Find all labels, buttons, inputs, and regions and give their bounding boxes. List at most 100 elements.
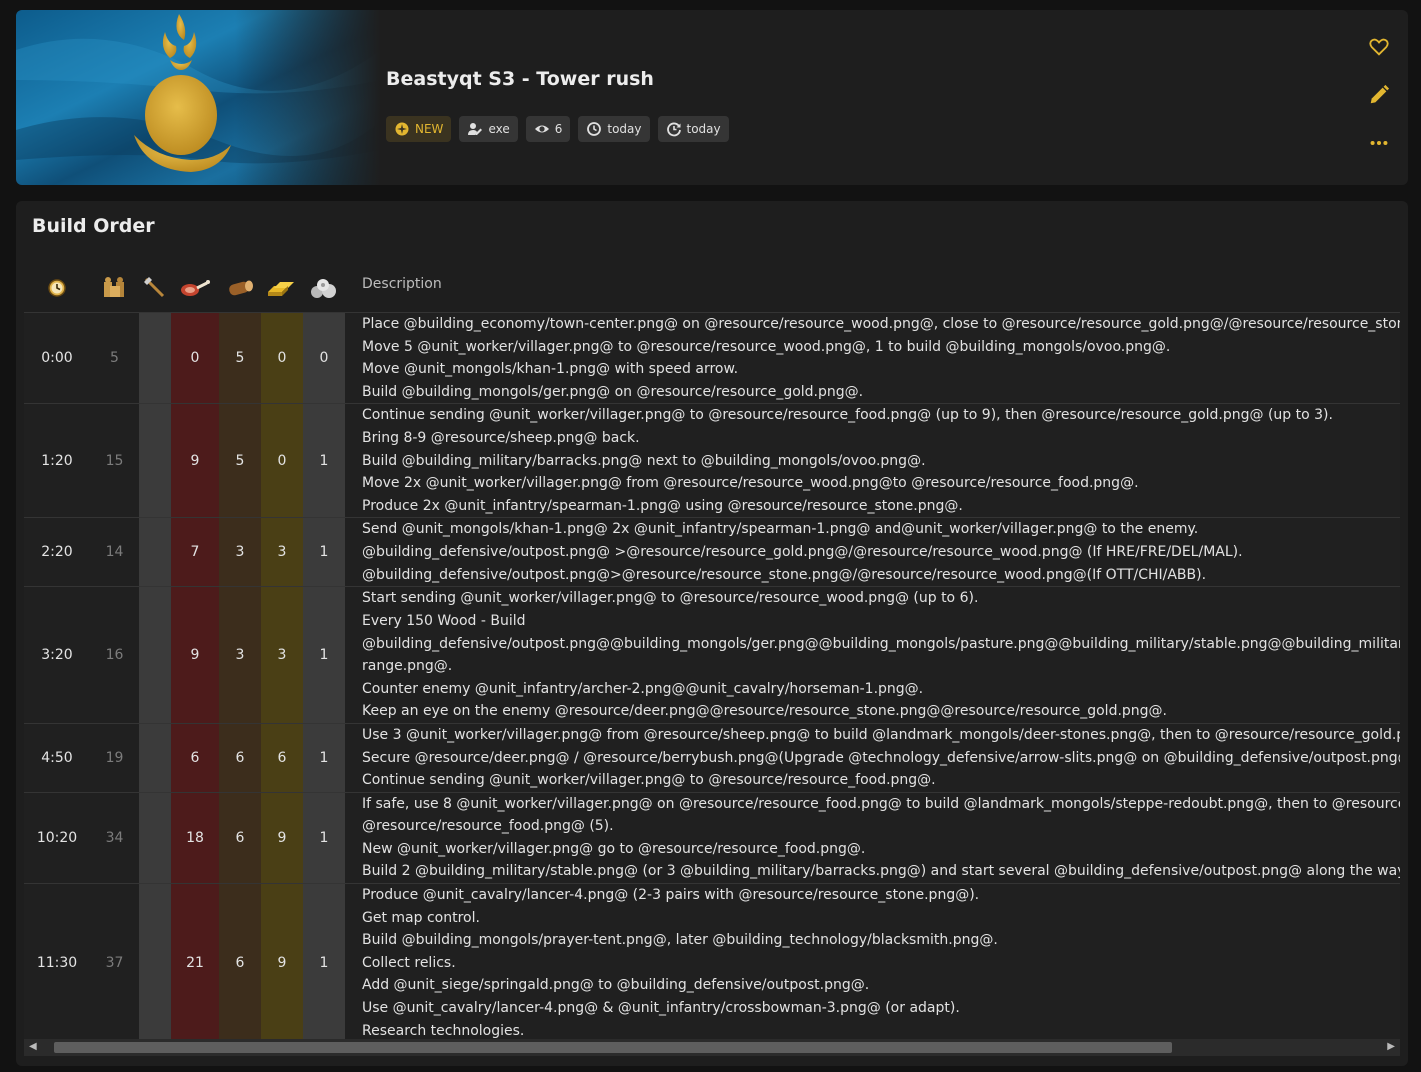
step-food-workers: 0 bbox=[171, 311, 219, 404]
description-line: Add @unit_siege/springald.png@ to @build… bbox=[362, 977, 870, 994]
description-line: Build 2 @building_military/stable.png@ (… bbox=[362, 863, 1400, 880]
more-options-button[interactable] bbox=[1368, 132, 1390, 154]
step-builders bbox=[139, 586, 171, 724]
description-line: @resource/resource_food.png@ (5). bbox=[362, 818, 614, 835]
description-line: @building_defensive/outpost.png@ >@resou… bbox=[362, 544, 1243, 561]
step-stone-workers: 1 bbox=[303, 722, 345, 793]
updated-chip: today bbox=[657, 116, 729, 142]
step-gold-workers: 9 bbox=[261, 883, 303, 1039]
description-column-header: Description bbox=[362, 276, 442, 292]
stone-column-header bbox=[303, 256, 345, 313]
clock-refresh-icon bbox=[666, 122, 681, 137]
step-time: 2:20 bbox=[24, 517, 90, 587]
author-chip[interactable]: exe bbox=[459, 116, 518, 142]
build-step-row: 1:20 15 9 5 0 1 Continue sending @unit_worker/… bbox=[24, 403, 1400, 518]
step-builders bbox=[139, 791, 171, 884]
description-line: Produce @unit_cavalry/lancer-4.png@ (2-3… bbox=[362, 887, 980, 904]
build-step-row: 11:30 37 21 6 9 1 Produce @unit_cavalry/lancer… bbox=[24, 883, 1400, 1039]
step-wood-workers: 3 bbox=[219, 586, 261, 724]
description-line: Secure @resource/deer.png@ / @resource/b… bbox=[362, 749, 1400, 766]
description-line: Send @unit_mongols/khan-1.png@ 2x @unit_… bbox=[362, 521, 1199, 538]
scroll-left-arrow-icon[interactable]: ◀ bbox=[29, 1041, 37, 1052]
build-order-title: Build Order bbox=[32, 215, 155, 237]
updated-date: today bbox=[686, 122, 721, 136]
build-step-row: 4:50 19 6 6 6 1 Use 3 @unit_worker/villager.pn… bbox=[24, 722, 1400, 793]
description-line: Research technologies. bbox=[362, 1022, 525, 1039]
clock-history-icon bbox=[587, 122, 602, 136]
step-population: 14 bbox=[90, 517, 139, 587]
build-step-row: 10:20 34 18 6 9 1 If safe, use 8 @unit_worker/… bbox=[24, 791, 1400, 884]
step-builders bbox=[139, 883, 171, 1039]
description-line: Build @building_military/barracks.png@ n… bbox=[362, 452, 926, 469]
step-food-workers: 18 bbox=[171, 791, 219, 884]
description-line: New @unit_worker/villager.png@ go to @re… bbox=[362, 840, 866, 857]
created-date: today bbox=[607, 122, 642, 136]
views-count: 6 bbox=[554, 122, 563, 136]
hammer-icon bbox=[144, 277, 165, 298]
new-badge: NEW bbox=[386, 116, 452, 142]
step-stone-workers: 1 bbox=[303, 586, 345, 724]
step-builders bbox=[139, 403, 171, 518]
pencil-icon bbox=[1370, 84, 1390, 104]
step-food-workers: 9 bbox=[171, 586, 219, 724]
mongol-flag-image bbox=[16, 10, 381, 185]
step-gold-workers: 0 bbox=[261, 403, 303, 518]
step-description: Produce @unit_cavalry/lancer-4.png@ (2-3… bbox=[345, 883, 1400, 1039]
description-line: Counter enemy @unit_infantry/archer-2.pn… bbox=[362, 680, 924, 697]
build-step-row: 0:00 5 0 5 0 0 Place @building_economy/town-ce… bbox=[24, 311, 1400, 404]
description-line: If safe, use 8 @unit_worker/villager.png… bbox=[362, 795, 1400, 812]
scrollbar-thumb[interactable] bbox=[54, 1042, 1172, 1053]
build-meta-chips: NEW exe 6 today today bbox=[386, 116, 729, 142]
description-line: Get map control. bbox=[362, 909, 480, 926]
step-wood-workers: 6 bbox=[219, 791, 261, 884]
description-line: Collect relics. bbox=[362, 954, 456, 971]
step-gold-workers: 3 bbox=[261, 517, 303, 587]
description-line: @building_defensive/outpost.png@@buildin… bbox=[362, 635, 1400, 652]
step-description: Continue sending @unit_worker/villager.p… bbox=[345, 403, 1400, 518]
build-order-table: Description 0:00 5 0 5 0 0 Place @building_eco… bbox=[24, 256, 1400, 1039]
author-name: exe bbox=[488, 122, 510, 136]
step-population: 16 bbox=[90, 586, 139, 724]
step-wood-workers: 6 bbox=[219, 883, 261, 1039]
food-column-header bbox=[171, 256, 219, 313]
description-line: Build @building_mongols/ger.png@ on @res… bbox=[362, 383, 864, 400]
build-step-row: 3:20 16 9 3 3 1 Start sending @unit_worker/vil… bbox=[24, 586, 1400, 724]
step-food-workers: 6 bbox=[171, 722, 219, 793]
build-order-card: Build Order Description 0:00 5 0 5 0 0 P… bbox=[16, 201, 1408, 1066]
description-line: Bring 8-9 @resource/sheep.png@ back. bbox=[362, 429, 640, 446]
created-chip: today bbox=[578, 116, 650, 142]
description-line: Start sending @unit_worker/villager.png@… bbox=[362, 590, 979, 607]
favorite-button[interactable] bbox=[1368, 36, 1390, 58]
views-chip: 6 bbox=[525, 116, 571, 142]
step-stone-workers: 1 bbox=[303, 883, 345, 1039]
step-time: 0:00 bbox=[24, 311, 90, 404]
step-description: Send @unit_mongols/khan-1.png@ 2x @unit_… bbox=[345, 517, 1400, 587]
description-line: Every 150 Wood - Build bbox=[362, 612, 526, 629]
step-wood-workers: 6 bbox=[219, 722, 261, 793]
description-line: Move 2x @unit_worker/villager.png@ from … bbox=[362, 475, 1139, 492]
step-wood-workers: 5 bbox=[219, 403, 261, 518]
gold-column-header bbox=[261, 256, 303, 313]
step-food-workers: 9 bbox=[171, 403, 219, 518]
step-time: 1:20 bbox=[24, 403, 90, 518]
step-stone-workers: 1 bbox=[303, 403, 345, 518]
time-column-header bbox=[24, 256, 90, 313]
civilization-flag-banner bbox=[16, 10, 381, 185]
builder-column-header bbox=[139, 256, 171, 313]
ellipsis-icon bbox=[1370, 140, 1388, 146]
scroll-right-arrow-icon[interactable]: ▶ bbox=[1387, 1041, 1395, 1052]
step-wood-workers: 3 bbox=[219, 517, 261, 587]
table-header-row: Description bbox=[24, 256, 1400, 313]
description-line: Move 5 @unit_worker/villager.png@ to @re… bbox=[362, 338, 1171, 355]
step-population: 15 bbox=[90, 403, 139, 518]
build-order-table-wrapper[interactable]: Description 0:00 5 0 5 0 0 Place @building_eco… bbox=[24, 256, 1400, 1039]
build-header-card: Beastyqt S3 - Tower rush NEW exe 6 today… bbox=[16, 10, 1408, 185]
food-icon bbox=[181, 280, 210, 296]
step-stone-workers: 0 bbox=[303, 311, 345, 404]
step-time: 10:20 bbox=[24, 791, 90, 884]
description-line: Keep an eye on the enemy @resource/deer.… bbox=[362, 703, 1167, 720]
edit-button[interactable] bbox=[1368, 84, 1390, 106]
horizontal-scrollbar[interactable]: ◀ ▶ bbox=[24, 1039, 1400, 1056]
step-description: If safe, use 8 @unit_worker/villager.png… bbox=[345, 791, 1400, 884]
description-line: Use 3 @unit_worker/villager.png@ from @r… bbox=[362, 726, 1400, 743]
